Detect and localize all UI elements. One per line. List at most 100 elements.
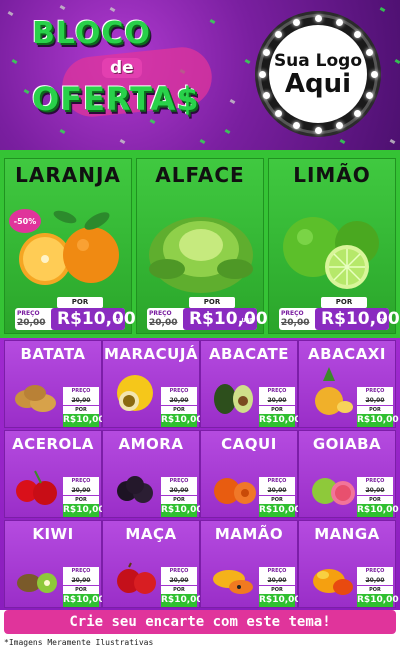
confetti-piece	[244, 58, 251, 65]
preco-label: PREÇO	[149, 310, 172, 317]
price-box: PREÇO 20,00 R$10,00 KG	[15, 308, 136, 330]
logo-text-1: Sua Logo	[273, 51, 363, 71]
bulb-light	[293, 122, 301, 130]
por-label: POR	[63, 406, 99, 414]
old-price: 20,00	[259, 576, 295, 585]
confetti-piece	[119, 138, 126, 145]
old-price: 20,00	[357, 396, 393, 405]
new-price: R$10,00	[357, 414, 399, 427]
logo-inner: Sua Logo Aqui	[269, 25, 367, 123]
logo-placeholder[interactable]: Sua Logo Aqui	[258, 14, 378, 134]
product-card[interactable]: MARACUJÁ PREÇO 20,00 POR R$10,00	[102, 340, 203, 428]
cta-banner[interactable]: Crie seu encarte com este tema!	[4, 610, 396, 634]
unit-label: KG	[378, 318, 386, 324]
price-tag: PREÇO 20,00 POR R$10,00	[161, 567, 203, 607]
preco-label: PREÇO	[357, 387, 393, 396]
old-price: 20,00	[357, 576, 393, 585]
featured-card-alface[interactable]: ALFACE POR PREÇO 20,00 R$10,00 UND	[136, 158, 268, 334]
bulb-light	[274, 110, 282, 118]
preco-label: PREÇO	[161, 567, 197, 576]
old-price: 20,00	[149, 318, 178, 328]
new-price: R$10,00	[63, 504, 105, 517]
por-label: POR	[63, 586, 99, 594]
product-card[interactable]: MANGA PREÇO 20,00 POR R$10,00	[298, 520, 399, 608]
por-label: POR	[189, 297, 235, 308]
bulb-light	[370, 70, 378, 78]
old-price: 20,00	[161, 576, 197, 585]
featured-card-laranja[interactable]: LARANJA -50% POR PREÇO 20,00 R$10,00 KG	[4, 158, 136, 334]
preco-label: PREÇO	[259, 477, 295, 486]
new-price: R$10,00	[63, 594, 105, 607]
old-price: 20,00	[161, 396, 197, 405]
price-tag: PREÇO 20,00 POR R$10,00	[259, 387, 301, 427]
product-card[interactable]: GOIABA PREÇO 20,00 POR R$10,00	[298, 430, 399, 518]
price-tag: PREÇO 20,00 POR R$10,00	[161, 387, 203, 427]
price-tag: POR PREÇO 20,00 R$10,00 KG	[279, 297, 400, 331]
product-image	[117, 476, 153, 503]
price-tag: POR PREÇO 20,00 R$10,00 UND	[147, 297, 268, 331]
old-price: 20,00	[281, 318, 310, 328]
product-name: LIMÃO	[293, 163, 371, 187]
old-price: 20,00	[259, 396, 295, 405]
product-image	[313, 569, 353, 595]
new-price: R$10,00	[161, 414, 203, 427]
bulb-light	[335, 18, 343, 26]
old-price: 20,00	[63, 396, 99, 405]
product-card[interactable]: KIWI PREÇO 20,00 POR R$10,00	[4, 520, 105, 608]
por-label: POR	[259, 586, 295, 594]
old-price: 20,00	[161, 486, 197, 495]
por-label: POR	[57, 297, 103, 308]
product-card[interactable]: BATATA PREÇO 20,00 POR R$10,00	[4, 340, 105, 428]
product-name: ALFACE	[155, 163, 245, 187]
por-label: POR	[357, 406, 393, 414]
product-image	[17, 573, 57, 593]
logo-text-2: Aqui	[284, 69, 352, 99]
lime-image	[283, 217, 379, 289]
new-price: R$10,00 KG	[51, 308, 136, 330]
product-image	[117, 562, 156, 594]
unit-label: UND	[241, 318, 254, 324]
preco-label: PREÇO	[17, 310, 40, 317]
bulb-light	[354, 110, 362, 118]
price-tag: PREÇO 20,00 POR R$10,00	[357, 387, 399, 427]
product-image	[117, 375, 153, 411]
preco-label: PREÇO	[281, 310, 304, 317]
bulb-light	[262, 91, 270, 99]
product-card[interactable]: ABACATE PREÇO 20,00 POR R$10,00	[200, 340, 301, 428]
product-card[interactable]: CAQUI PREÇO 20,00 POR R$10,00	[200, 430, 301, 518]
bulb-light	[314, 126, 322, 134]
por-label: POR	[321, 297, 367, 308]
confetti-piece	[23, 88, 30, 95]
confetti-piece	[389, 138, 396, 145]
new-price: R$10,00	[357, 504, 399, 517]
product-card[interactable]: MAÇA PREÇO 20,00 POR R$10,00	[102, 520, 203, 608]
product-image	[214, 478, 256, 504]
price-tag: PREÇO 20,00 POR R$10,00	[161, 477, 203, 517]
bulb-light	[366, 91, 374, 99]
featured-card-limao[interactable]: LIMÃO POR PREÇO 20,00 R$10,00 KG	[268, 158, 400, 334]
new-price: R$10,00	[63, 414, 105, 427]
confetti-piece	[7, 10, 14, 17]
confetti-piece	[379, 6, 386, 13]
bulb-light	[354, 30, 362, 38]
title-line-2: de	[102, 58, 142, 78]
price-box: PREÇO 20,00 R$10,00 KG	[279, 308, 400, 330]
unit-label: KG	[114, 318, 122, 324]
preco-label: PREÇO	[259, 387, 295, 396]
product-image	[15, 385, 56, 412]
product-image	[214, 384, 253, 414]
new-price: R$10,00	[161, 594, 203, 607]
product-card[interactable]: ABACAXI PREÇO 20,00 POR R$10,00	[298, 340, 399, 428]
product-card[interactable]: AMORA PREÇO 20,00 POR R$10,00	[102, 430, 203, 518]
price-tag: PREÇO 20,00 POR R$10,00	[63, 477, 105, 517]
new-price-value: R$10,00	[189, 309, 268, 329]
product-card[interactable]: MAMÃO PREÇO 20,00 POR R$10,00	[200, 520, 301, 608]
lettuce-image	[149, 217, 253, 293]
old-price: 20,00	[259, 486, 295, 495]
products-grid: BATATA PREÇO 20,00 POR R$10,00 MARACUJÁ PREÇO 2…	[0, 338, 400, 610]
preco-label: PREÇO	[63, 567, 99, 576]
price-tag: PREÇO 20,00 POR R$10,00	[357, 567, 399, 607]
product-card[interactable]: ACEROLA PREÇO 20,00 POR R$10,00	[4, 430, 105, 518]
confetti-piece	[339, 138, 346, 145]
product-image	[213, 570, 253, 594]
